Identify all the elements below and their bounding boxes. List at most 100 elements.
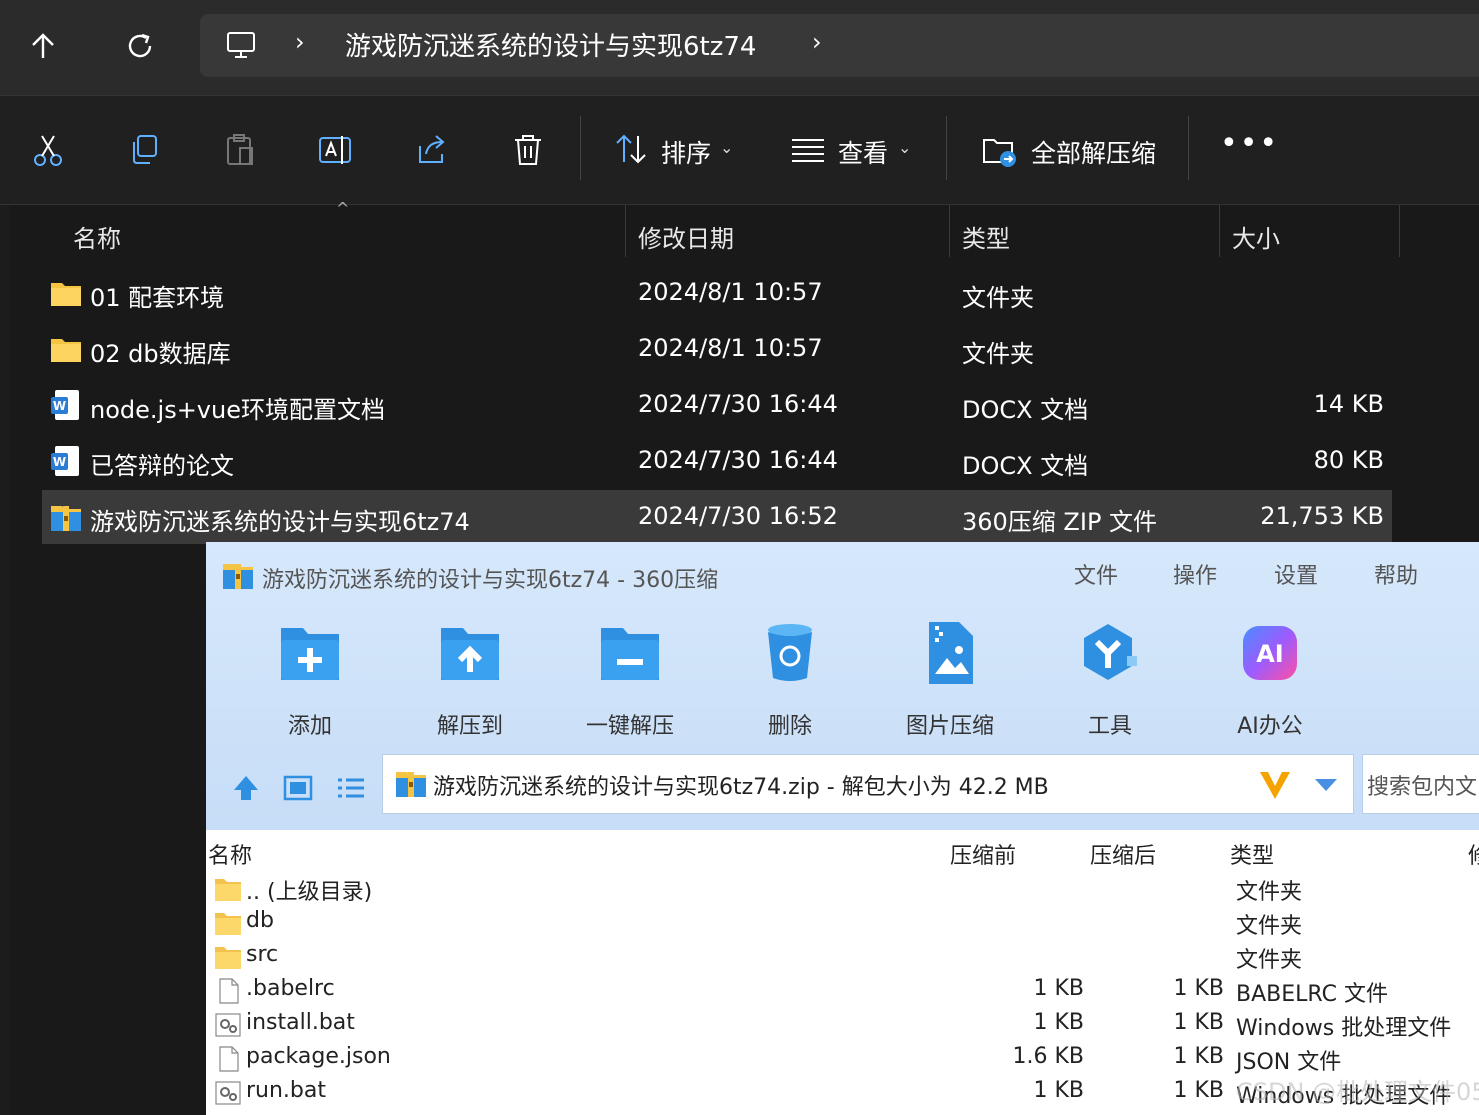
more-options-icon[interactable]: ••• — [1220, 126, 1279, 161]
column-divider[interactable] — [949, 205, 950, 257]
menu-action[interactable]: 操作 — [1173, 558, 1217, 590]
file-date: 2024/7/30 16:44 — [638, 446, 838, 474]
ai-office-icon: AI — [1243, 626, 1297, 680]
zip-archive-icon — [51, 506, 81, 531]
archive-path-box[interactable]: 游戏防沉迷系统的设计与实现6tz74.zip - 解包大小为 42.2 MB — [382, 754, 1354, 814]
file-type: 文件夹 — [962, 284, 1034, 312]
thumbnail-view-icon[interactable] — [282, 772, 314, 804]
add-button[interactable]: 添加 — [250, 620, 370, 740]
blank-file-icon — [219, 978, 239, 1004]
file-row[interactable]: W 已答辩的论文 2024/7/30 16:44 DOCX 文档 80 KB — [42, 434, 1392, 488]
column-header-size[interactable]: 大小 — [1232, 219, 1280, 254]
command-bar: 排序 ⌄ 查看 ⌄ 全部解压缩 ••• — [0, 95, 1479, 205]
share-icon[interactable] — [412, 130, 452, 170]
chevron-down-icon[interactable]: ⌄ — [720, 138, 733, 157]
extract-to-label: 解压到 — [436, 714, 503, 739]
column-header-size-after[interactable]: 压缩后 — [1090, 838, 1156, 870]
folder-icon — [215, 947, 241, 969]
archive-row[interactable]: package.json 1.6 KB 1 KB JSON 文件 — [206, 1042, 1479, 1076]
sort-button-label[interactable]: 排序 — [661, 134, 711, 170]
column-header-name[interactable]: 名称 — [208, 838, 252, 870]
archive-item-size-after: 1 KB — [1173, 976, 1224, 1001]
column-divider[interactable] — [1219, 205, 1220, 257]
verified-v-icon[interactable] — [1258, 769, 1292, 801]
file-type: 360压缩 ZIP 文件 — [962, 508, 1158, 536]
tools-label: 工具 — [1087, 714, 1132, 739]
menu-help[interactable]: 帮助 — [1374, 558, 1418, 590]
archive-item-size-before: 1 KB — [1033, 1078, 1084, 1103]
file-size: 14 KB — [1313, 390, 1384, 418]
one-click-extract-button[interactable]: 一键解压 — [570, 620, 690, 740]
archive-path-text: 游戏防沉迷系统的设计与实现6tz74.zip - 解包大小为 42.2 MB — [433, 775, 1049, 800]
refresh-button[interactable] — [122, 28, 158, 64]
column-divider[interactable] — [1399, 205, 1400, 257]
extract-to-button[interactable]: 解压到 — [410, 620, 530, 740]
sort-icon[interactable] — [612, 130, 652, 170]
rename-icon[interactable] — [316, 130, 356, 170]
column-header-type[interactable]: 类型 — [1230, 838, 1274, 870]
toolbar-divider — [946, 116, 947, 180]
archive-item-name: src — [246, 942, 279, 967]
delete-button[interactable]: 删除 — [730, 620, 850, 740]
archive-row[interactable]: .babelrc 1 KB 1 KB BABELRC 文件 — [206, 974, 1479, 1008]
archive-item-name: .babelrc — [246, 976, 335, 1001]
archive-row[interactable]: db 文件夹 — [206, 906, 1479, 940]
archive-item-type: 文件夹 — [1236, 880, 1303, 905]
blank-file-icon — [219, 1046, 239, 1072]
view-button-label[interactable]: 查看 — [838, 134, 888, 170]
ai-office-button[interactable]: AI AI办公 — [1210, 620, 1330, 740]
menu-file[interactable]: 文件 — [1074, 558, 1118, 590]
list-view-icon[interactable] — [334, 772, 366, 804]
folder-icon — [215, 913, 241, 935]
column-divider[interactable] — [625, 205, 626, 257]
column-header-name[interactable]: 名称 — [73, 219, 121, 254]
paste-icon[interactable] — [220, 130, 260, 170]
tools-button[interactable]: 工具 — [1050, 620, 1170, 740]
view-list-icon[interactable] — [788, 130, 828, 170]
file-row[interactable]: 02 db数据库 2024/8/1 10:57 文件夹 — [42, 322, 1392, 376]
file-type: 文件夹 — [962, 340, 1034, 368]
extract-folder-icon[interactable] — [980, 130, 1020, 170]
archive-item-size-after: 1 KB — [1173, 1010, 1224, 1035]
copy-icon[interactable] — [124, 130, 164, 170]
archive-item-type: Windows 批处理文件 — [1236, 1016, 1452, 1041]
up-level-arrow-icon[interactable] — [230, 772, 262, 804]
file-name: node.js+vue环境配置文档 — [90, 396, 385, 424]
column-header-modified[interactable]: 修 — [1468, 838, 1479, 870]
file-name: 02 db数据库 — [90, 340, 231, 368]
archive-row[interactable]: src 文件夹 — [206, 940, 1479, 974]
file-size: 80 KB — [1313, 446, 1384, 474]
file-row[interactable]: 01 配套环境 2024/8/1 10:57 文件夹 — [42, 266, 1392, 320]
refresh-icon — [128, 33, 152, 58]
archive-search-box[interactable]: 搜索包内文 — [1362, 754, 1479, 814]
breadcrumb-current-folder[interactable]: 游戏防沉迷系统的设计与实现6tz74 — [345, 26, 756, 63]
file-date: 2024/8/1 10:57 — [638, 334, 823, 362]
archive-item-name: db — [246, 908, 274, 933]
archive-item-name: run.bat — [246, 1078, 326, 1103]
delete-icon[interactable] — [508, 130, 548, 170]
file-name: 游戏防沉迷系统的设计与实现6tz74 — [90, 508, 470, 536]
extract-all-label[interactable]: 全部解压缩 — [1031, 134, 1156, 170]
batch-file-icon — [215, 1081, 241, 1105]
file-type: DOCX 文档 — [962, 452, 1089, 480]
ai-office-label: AI办公 — [1237, 714, 1303, 739]
chevron-right-icon[interactable]: › — [812, 28, 822, 56]
column-header-type[interactable]: 类型 — [962, 219, 1010, 254]
column-header-size-before[interactable]: 压缩前 — [950, 838, 1016, 870]
chevron-right-icon[interactable]: › — [295, 28, 305, 56]
chevron-down-icon[interactable]: ⌄ — [898, 138, 911, 157]
archive-row[interactable]: .. (上级目录) 文件夹 — [206, 872, 1479, 906]
column-header-date[interactable]: 修改日期 — [638, 219, 734, 254]
menu-settings[interactable]: 设置 — [1274, 558, 1318, 590]
one-click-extract-label: 一键解压 — [585, 714, 674, 739]
file-name: 01 配套环境 — [90, 284, 225, 312]
archive-row[interactable]: install.bat 1 KB 1 KB Windows 批处理文件 — [206, 1008, 1479, 1042]
image-compress-button[interactable]: 图片压缩 — [890, 620, 1010, 740]
file-row-selected[interactable]: 游戏防沉迷系统的设计与实现6tz74 2024/7/30 16:52 360压缩… — [42, 490, 1392, 544]
svg-text:W: W — [53, 399, 66, 413]
cut-icon[interactable] — [28, 130, 68, 170]
dropdown-triangle-icon[interactable] — [1313, 777, 1339, 793]
up-arrow-button[interactable] — [25, 28, 61, 64]
file-row[interactable]: W node.js+vue环境配置文档 2024/7/30 16:44 DOCX… — [42, 378, 1392, 432]
address-box[interactable]: › 游戏防沉迷系统的设计与实现6tz74 › — [200, 14, 1479, 77]
